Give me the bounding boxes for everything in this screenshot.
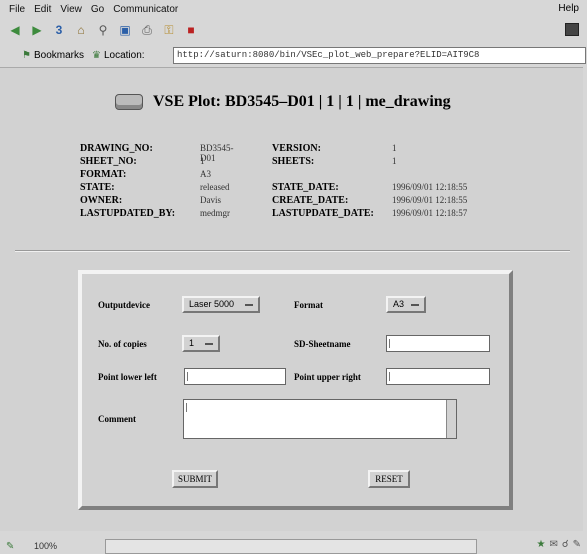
copies-label: No. of copies: [98, 339, 147, 349]
bookmark-icon: ⚑: [22, 50, 31, 61]
point-lower-left-input[interactable]: [184, 368, 286, 385]
output-device-label: Outputdevice: [98, 300, 151, 310]
netscape-icon[interactable]: ▣: [118, 23, 132, 37]
bookmarks-label: Bookmarks: [33, 50, 84, 61]
info-key: LASTUPDATED_BY:: [80, 208, 176, 219]
submit-button[interactable]: SUBMIT: [172, 470, 218, 488]
point-lower-left-label: Point lower left: [98, 372, 157, 382]
info-key: LASTUPDATE_DATE:: [272, 208, 374, 219]
bookmarks-button[interactable]: ⚑ Bookmarks: [22, 50, 84, 61]
copies-value: 1: [189, 338, 195, 348]
copies-select[interactable]: 1: [182, 335, 220, 352]
info-value: released: [200, 182, 230, 192]
info-key: STATE_DATE:: [272, 182, 339, 193]
navigation-toolbar: ◀ ▶ 3 ⌂ ⚲ ▣ ⎙ ⚿ ■: [0, 19, 587, 41]
home-icon[interactable]: ⌂: [74, 23, 88, 37]
location-bar: ⚑ Bookmarks ♛ Location: http://saturn:80…: [0, 46, 587, 65]
menu-help[interactable]: Help: [558, 3, 579, 14]
page-content: VSE Plot: BD3545–D01 | 1 | 1 | me_drawin…: [0, 67, 583, 531]
security-icon[interactable]: ⚿: [162, 23, 176, 37]
comment-textarea[interactable]: [183, 399, 457, 439]
menu-communicator[interactable]: Communicator: [113, 4, 178, 15]
output-device-select[interactable]: Laser 5000: [182, 296, 260, 313]
info-value: Davis: [200, 195, 221, 205]
info-key: CREATE_DATE:: [272, 195, 349, 206]
option-menu-icon: [205, 343, 213, 345]
info-value: 1996/09/01 12:18:55: [392, 182, 468, 192]
info-key: OWNER:: [80, 195, 123, 206]
page-header: VSE Plot: BD3545–D01 | 1 | 1 | me_drawin…: [115, 93, 451, 111]
format-select[interactable]: A3: [386, 296, 426, 313]
throbber-icon: [565, 23, 579, 36]
navigator-icon[interactable]: ★: [537, 539, 546, 550]
info-value: 1: [392, 156, 397, 166]
stop-icon[interactable]: ■: [184, 23, 198, 37]
search-icon[interactable]: ⚲: [96, 23, 110, 37]
status-message-field: [105, 539, 477, 554]
menu-view[interactable]: View: [60, 4, 82, 15]
reload-icon[interactable]: 3: [52, 23, 66, 37]
forward-icon[interactable]: ▶: [30, 23, 44, 37]
zoom-level: 100%: [34, 540, 58, 551]
info-value: 1: [200, 156, 205, 166]
info-value: 1996/09/01 12:18:55: [392, 195, 468, 205]
option-menu-icon: [411, 304, 419, 306]
back-icon[interactable]: ◀: [8, 23, 22, 37]
menu-go[interactable]: Go: [91, 4, 104, 15]
info-value: BD3545-D01: [200, 143, 234, 163]
info-key: STATE:: [80, 182, 115, 193]
plot-form-panel: Outputdevice Laser 5000 Format A3 No. of…: [78, 270, 513, 510]
sd-sheetname-label: SD-Sheetname: [294, 339, 351, 349]
format-label: Format: [294, 300, 323, 310]
comment-scrollbar[interactable]: [446, 400, 456, 438]
info-key: VERSION:: [272, 143, 321, 154]
sd-sheetname-input[interactable]: [386, 335, 490, 352]
page-title: VSE Plot: BD3545–D01 | 1 | 1 | me_drawin…: [153, 93, 451, 110]
menu-edit[interactable]: Edit: [34, 4, 51, 15]
output-device-value: Laser 5000: [189, 299, 235, 309]
newsgroups-icon[interactable]: ☌: [562, 539, 569, 550]
comment-label: Comment: [98, 414, 136, 424]
divider: [15, 250, 570, 252]
info-key: FORMAT:: [80, 169, 127, 180]
location-label-wrap: ♛ Location:: [92, 50, 145, 61]
point-upper-right-label: Point upper right: [294, 372, 361, 382]
format-value: A3: [393, 299, 405, 309]
option-menu-icon: [245, 304, 253, 306]
url-input[interactable]: http://saturn:8080/bin/VSEc_plot_web_pre…: [173, 47, 586, 64]
composer-icon[interactable]: ✎: [573, 539, 581, 550]
location-label: Location:: [103, 50, 145, 61]
menu-file[interactable]: File: [9, 4, 25, 15]
security-lock-icon[interactable]: ✎: [6, 541, 20, 552]
info-key: SHEETS:: [272, 156, 315, 167]
mail-icon[interactable]: ✉: [550, 539, 558, 550]
info-value: A3: [200, 169, 211, 179]
point-upper-right-input[interactable]: [386, 368, 490, 385]
info-key: SHEET_NO:: [80, 156, 137, 167]
print-icon[interactable]: ⎙: [140, 23, 154, 37]
info-value: 1: [392, 143, 397, 153]
location-icon: ♛: [91, 50, 101, 61]
status-bar: ✎ 100% ★ ✉ ☌ ✎: [0, 537, 587, 554]
info-key: DRAWING_NO:: [80, 143, 153, 154]
info-value: 1996/09/01 12:18:57: [392, 208, 468, 218]
menu-bar: File Edit View Go Communicator Help: [0, 0, 587, 18]
component-tray: ★ ✉ ☌ ✎: [537, 539, 581, 550]
info-value: medmgr: [200, 208, 230, 218]
reset-button[interactable]: RESET: [368, 470, 410, 488]
printer-icon: [115, 94, 143, 110]
